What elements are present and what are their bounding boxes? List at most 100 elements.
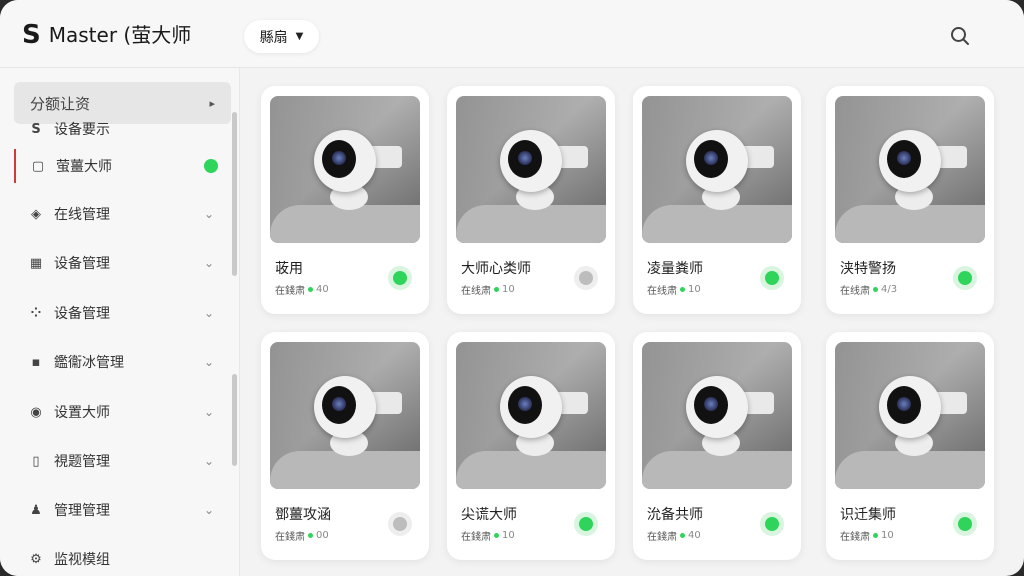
device-card[interactable]: 沇备共师 在錢肃 40 — [633, 332, 801, 560]
device-name: 大师心类师 — [461, 261, 531, 277]
camera-thumbnail — [270, 96, 420, 243]
sidebar-item-icon: ▢ — [31, 158, 45, 174]
sidebar-item-icon: ♟ — [30, 502, 42, 518]
mini-status-dot — [308, 533, 313, 538]
device-card[interactable]: 大师心类师在线肃 10 — [447, 86, 615, 314]
sidebar-item[interactable]: ⚙ 监视模组 — [14, 542, 224, 576]
device-subtitle: 在錢肃 10 — [840, 528, 894, 543]
mini-status-dot — [680, 533, 685, 538]
sidebar-item-label: 在线管理 — [54, 207, 110, 223]
device-count: 10 — [502, 530, 515, 541]
device-card[interactable]: 鄧薑攻涵在錢肃 00 — [261, 332, 429, 560]
sidebar-item-label: 鑑衞冰管理 — [54, 355, 124, 371]
device-status-text: 在錢肃 — [840, 532, 870, 543]
sidebar-item-icon: ⁘ — [30, 305, 42, 321]
filter-label: 縣扇 — [259, 29, 288, 46]
device-subtitle: 在线肃 10 — [647, 282, 701, 297]
mini-status-dot — [308, 287, 313, 292]
device-count: 4/3 — [881, 284, 898, 295]
device-name: 识迁集师 — [840, 507, 896, 523]
logo-mark: S — [22, 20, 41, 50]
online-status-icon[interactable] — [574, 512, 598, 536]
device-status-text: 在线肃 — [647, 286, 677, 297]
search-icon[interactable] — [948, 24, 972, 48]
online-status-icon[interactable] — [760, 512, 784, 536]
device-name: 浃特警扬 — [840, 261, 896, 277]
device-count: 00 — [316, 530, 329, 541]
mini-status-dot — [873, 533, 878, 538]
filter-dropdown[interactable]: 縣扇 ▼ — [244, 20, 319, 53]
sidebar-item[interactable]: ◈ 在线管理 ⌄ — [14, 197, 224, 231]
device-status-text: 在线肃 — [461, 286, 491, 297]
sidebar-item[interactable]: ▯ 視题管理 ⌄ — [14, 444, 224, 478]
sidebar-item[interactable]: ◉ 设置大师 ⌄ — [14, 395, 224, 429]
sidebar-item[interactable]: ⁘ 设备管理 ⌄ — [14, 296, 224, 330]
device-count: 40 — [316, 284, 329, 295]
sidebar-item[interactable]: ▪ 鑑衞冰管理 ⌄ — [14, 345, 224, 379]
sidebar-item-label: 监视模组 — [54, 552, 110, 568]
device-card[interactable]: 凌量粪师在线肃 10 — [633, 86, 801, 314]
sidebar-item[interactable]: ▢ 萤薑大师 — [14, 149, 224, 183]
camera-thumbnail — [456, 96, 606, 243]
sidebar-item-label: 设备管理 — [54, 306, 110, 322]
device-status-text: 在线肃 — [840, 286, 870, 297]
app-logo[interactable]: S Master (萤大师 — [22, 20, 191, 50]
device-status-text: 在錢肃 — [275, 286, 305, 297]
device-subtitle: 在线肃 10 — [461, 282, 515, 297]
sidebar-item-label: 设备要示 — [54, 122, 110, 138]
sidebar-item-label: 管理管理 — [54, 503, 110, 519]
mini-status-dot — [494, 533, 499, 538]
sidebar-item-label: 視题管理 — [54, 454, 110, 470]
device-count: 40 — [688, 530, 701, 541]
camera-thumbnail — [835, 342, 985, 489]
sidebar-scrollbar-lower[interactable] — [232, 374, 237, 466]
sidebar-header-label: 分额让资 — [30, 94, 91, 113]
sidebar-item-icon: ⚙ — [30, 551, 42, 567]
caret-down-icon: ▼ — [295, 31, 304, 42]
sidebar-item-label: 设置大师 — [54, 405, 110, 421]
chevron-down-icon: ⌄ — [203, 503, 214, 517]
sidebar-scrollbar[interactable] — [232, 112, 237, 276]
sidebar-item-icon: ◉ — [30, 404, 42, 420]
chevron-down-icon: ⌄ — [203, 454, 214, 468]
sidebar: 分额让资 ▸ S 设备要示 ▢ 萤薑大师 ◈ 在线管理 ⌄ ▦ 设备管理 ⌄ ⁘ 设备管理 ⌄ ▪ 鑑衞冰管… — [0, 68, 240, 576]
offline-status-icon[interactable] — [388, 512, 412, 536]
mini-status-dot — [680, 287, 685, 292]
mini-status-dot — [873, 287, 878, 292]
sidebar-item-label: 萤薑大师 — [56, 159, 112, 175]
sidebar-item[interactable]: S 设备要示 — [14, 112, 224, 146]
sidebar-item-icon: ◈ — [31, 206, 41, 222]
chevron-down-icon: ⌄ — [203, 405, 214, 419]
device-name: 鄧薑攻涵 — [275, 507, 331, 523]
device-card[interactable]: 识迁集师在錢肃 10 — [826, 332, 994, 560]
device-name: 尖谎大师 — [461, 507, 517, 523]
device-card[interactable]: 荍用 在錢肃 40 — [261, 86, 429, 314]
device-status-text: 在錢肃 — [461, 532, 491, 543]
online-status-icon[interactable] — [953, 266, 977, 290]
chevron-down-icon: ⌄ — [203, 256, 214, 270]
device-card[interactable]: 浃特警扬在线肃 4/3 — [826, 86, 994, 314]
device-subtitle: 在錢肃 00 — [275, 528, 329, 543]
device-count: 10 — [881, 530, 894, 541]
online-status-icon[interactable] — [953, 512, 977, 536]
device-status-text: 在錢肃 — [647, 532, 677, 543]
sidebar-item-icon: ▯ — [32, 453, 40, 469]
device-status-text: 在錢肃 — [275, 532, 305, 543]
camera-thumbnail — [270, 342, 420, 489]
device-count: 10 — [688, 284, 701, 295]
device-card[interactable]: 尖谎大师在錢肃 10 — [447, 332, 615, 560]
device-subtitle: 在錢肃 40 — [275, 282, 329, 297]
mini-status-dot — [494, 287, 499, 292]
sidebar-item-icon: S — [31, 121, 41, 137]
device-name: 凌量粪师 — [647, 261, 703, 277]
chevron-down-icon: ⌄ — [203, 207, 214, 221]
top-bar: S Master (萤大师 縣扇 ▼ — [0, 0, 1024, 68]
sidebar-item[interactable]: ♟ 管理管理 ⌄ — [14, 493, 224, 527]
chevron-down-icon: ⌄ — [203, 306, 214, 320]
device-subtitle: 在线肃 4/3 — [840, 282, 897, 297]
online-status-icon[interactable] — [760, 266, 784, 290]
chevron-down-icon: ⌄ — [203, 355, 214, 369]
offline-status-icon[interactable] — [574, 266, 598, 290]
online-status-icon[interactable] — [388, 266, 412, 290]
sidebar-item[interactable]: ▦ 设备管理 ⌄ — [14, 246, 224, 280]
